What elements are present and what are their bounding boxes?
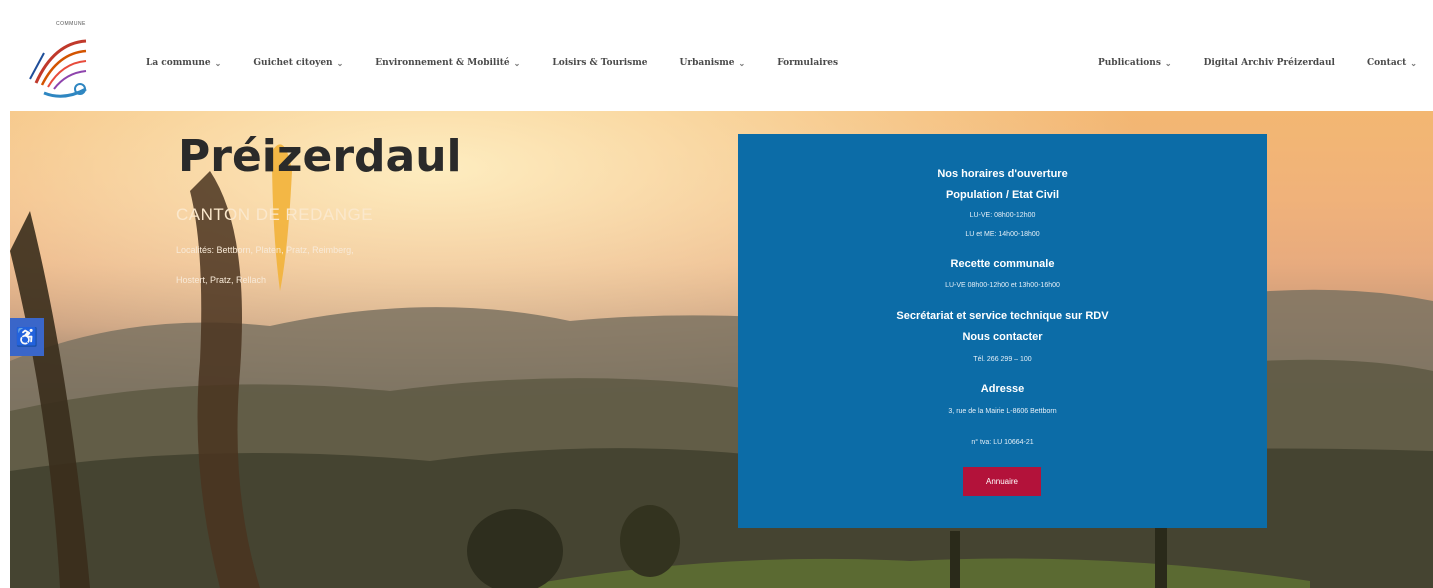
nav-item-environnement[interactable]: Environnement & Mobilité ⌄ [359,58,536,68]
nav-item-loisirs[interactable]: Loisirs & Tourisme [536,58,663,68]
contact-title: Nous contacter [962,331,1043,343]
accessibility-button[interactable]: ♿ [10,318,44,356]
nav-item-guichet-citoyen[interactable]: Guichet citoyen ⌄ [237,58,359,68]
nav-label: Environnement & Mobilité [375,58,510,68]
nav-item-digital-archiv[interactable]: Digital Archiv Préizerdaul [1188,58,1351,68]
localities-line-1: Localités: Bettborn, Platen, Pratz, Reim… [176,245,354,255]
page-title: Préizerdaul [178,131,462,182]
nav-label: Formulaires [777,58,839,68]
nav-label: Loisirs & Tourisme [552,58,648,68]
nav-item-urbanisme[interactable]: Urbanisme ⌄ [663,58,761,68]
nav-label: La commune [146,58,211,68]
localities-line-2: Hostert, Pratz, Rellach [176,275,267,285]
nav-label: Digital Archiv Préizerdaul [1203,58,1335,68]
logo-graphic [29,39,87,98]
nav-item-publications[interactable]: Publications ⌄ [1082,58,1188,68]
nav-label: Publications [1097,58,1161,68]
population-title: Population / Etat Civil [945,189,1060,201]
secretariat-title: Secrétariat et service technique sur RDV [896,310,1109,322]
logo-label: COMMUNE [56,21,86,27]
nav-item-la-commune[interactable]: La commune ⌄ [130,58,237,68]
chevron-down-icon: ⌄ [1164,58,1172,68]
secondary-nav: Publications ⌄ Digital Archiv Préizerdau… [1082,15,1433,111]
recette-title: Recette communale [950,258,1055,270]
address-title: Adresse [980,383,1025,395]
chevron-down-icon: ⌄ [513,58,521,68]
population-hours-1: LU-VE: 08h00-12h00 [969,212,1036,219]
chevron-down-icon: ⌄ [214,58,222,68]
nav-item-contact[interactable]: Contact ⌄ [1351,58,1433,68]
commune-logo[interactable] [24,23,104,103]
nav-label: Urbanisme [679,58,735,68]
canton-subtitle: CANTON DE REDANGE [176,205,374,224]
recette-hours: LU-VE 08h00-12h00 et 13h00-16h00 [945,282,1060,289]
tva-number: n° tva: LU 10664-21 [971,439,1034,446]
main-nav: La commune ⌄ Guichet citoyen ⌄ Environne… [130,15,854,111]
hours-heading: Nos horaires d'ouverture [937,168,1068,180]
nav-item-formulaires[interactable]: Formulaires [761,58,854,68]
address-text: 3, rue de la Mairie L-8606 Bettborn [948,408,1057,415]
annuaire-button[interactable]: Annuaire [963,467,1041,496]
phone-number: Tél. 266 299 – 100 [973,356,1032,363]
chevron-down-icon: ⌄ [336,58,344,68]
wheelchair-icon: ♿ [15,326,39,347]
chevron-down-icon: ⌄ [1410,58,1417,68]
page-frame: COMMUNE La commune ⌄ Guichet citoyen ⌄ E… [10,15,1433,588]
nav-label: Guichet citoyen [253,58,333,68]
site-header: COMMUNE La commune ⌄ Guichet citoyen ⌄ E… [10,15,1433,111]
chevron-down-icon: ⌄ [738,58,746,68]
opening-hours-box: Nos horaires d'ouverture Population / Et… [738,134,1267,528]
nav-label: Contact [1366,58,1407,68]
population-hours-2: LU et ME: 14h00-18h00 [965,231,1040,238]
